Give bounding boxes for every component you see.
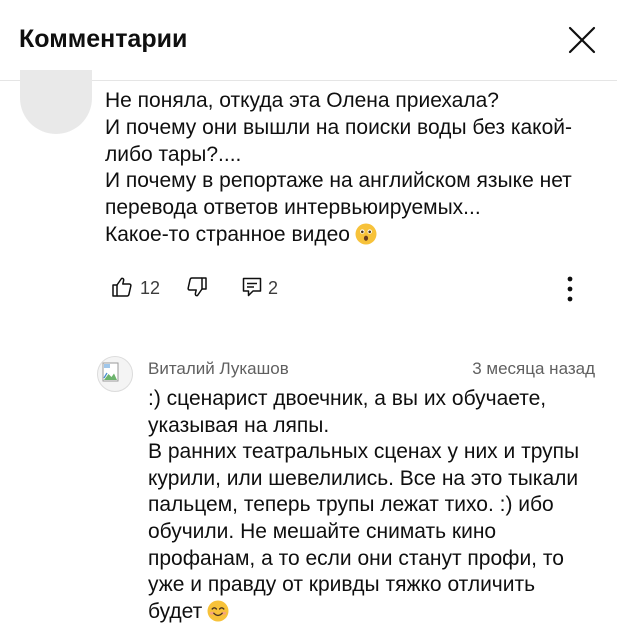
comments-header: Комментарии [0, 0, 617, 81]
like-count: 12 [140, 278, 161, 298]
reply-timestamp: 3 месяца назад [472, 359, 595, 378]
reply-line: пальцем, теперь трупы лежат тихо. :) ибо [148, 493, 554, 517]
more-vertical-icon [567, 276, 573, 302]
reply-line: профанам, а то если они станут профи, то [148, 546, 564, 570]
reply-text: :) сценарист двоечник, а вы их обучаете,… [148, 386, 608, 625]
thumbs-up-icon [112, 277, 132, 297]
comment-line: либо тары?.... [105, 142, 242, 166]
reply-line: курили, или шевелились. Все на это тыкал… [148, 466, 579, 490]
broken-image-icon [97, 356, 133, 392]
comment-text: Не поняла, откуда эта Олена приехала? И … [105, 88, 605, 249]
reply-count: 2 [268, 278, 279, 298]
reply-line: уже и правду от кривды тяжко отличить [148, 573, 536, 597]
comment-line: перевода ответов интервьюируемых... [105, 196, 481, 220]
reply-line: В ранних театральных сценах у них и труп… [148, 440, 580, 464]
panel-title: Комментарии [19, 25, 188, 53]
comments-panel: Комментарии Не поняла, откуда эта Олена … [0, 0, 617, 640]
reply-author[interactable]: Виталий Лукашов [148, 358, 289, 380]
comment-line: Какое-то странное видео [105, 222, 350, 246]
more-options-button[interactable] [560, 275, 580, 303]
smiling-face-emoji [207, 600, 229, 622]
astonished-face-emoji [355, 223, 377, 245]
reply-line: обучили. Не мешайте снимать кино [148, 519, 497, 543]
reply-line: будет [148, 599, 203, 623]
comment-line: И почему они вышли на поиски воды без ка… [105, 115, 572, 139]
reply-line: :) сценарист двоечник, а вы их обучаете, [148, 387, 547, 410]
close-icon [568, 26, 596, 54]
reply-line-last: будет [148, 599, 608, 626]
dislike-button[interactable] [185, 275, 209, 299]
reply-button[interactable] [240, 275, 264, 299]
close-button[interactable] [564, 22, 600, 58]
like-button[interactable] [110, 275, 134, 299]
reply-line: указывая на ляпы. [148, 413, 330, 437]
reply-avatar[interactable] [96, 354, 134, 394]
reply-icon [242, 277, 262, 297]
comment-line: Не поняла, откуда эта Олена приехала? [105, 89, 499, 112]
thumbs-down-icon [187, 277, 207, 297]
comment-line-last: Какое-то странное видео [105, 222, 605, 249]
avatar[interactable] [20, 70, 92, 134]
comment-line: И почему в репортаже на английском языке… [105, 169, 572, 193]
